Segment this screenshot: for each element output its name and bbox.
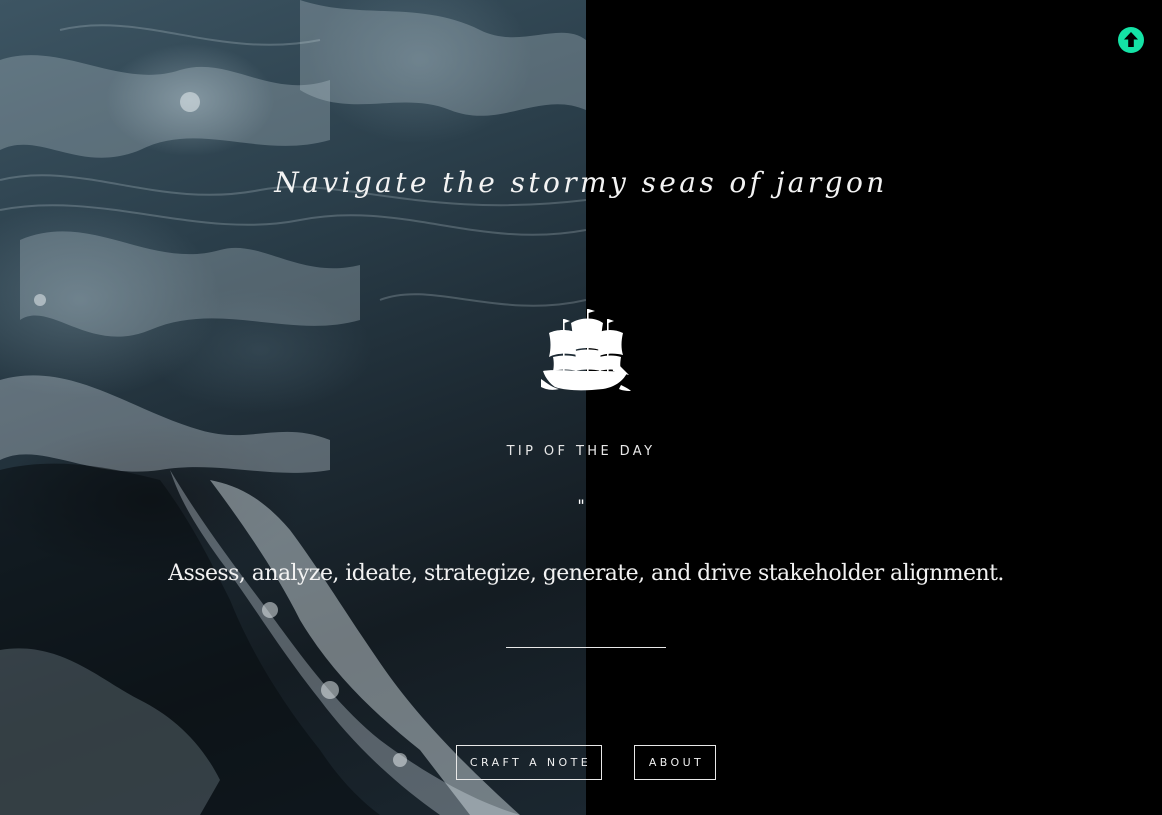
divider — [506, 647, 666, 648]
ship-icon — [541, 305, 631, 393]
tip-of-the-day-heading: TIP OF THE DAY — [506, 444, 656, 459]
wave-texture — [0, 0, 586, 815]
page: Navigate the stormy seas of jargon TIP O… — [0, 0, 1162, 815]
hero-headline: Navigate the stormy seas of jargon — [274, 166, 888, 199]
craft-a-note-button[interactable]: CRAFT A NOTE — [456, 745, 602, 780]
ocean-background-image — [0, 0, 586, 815]
scroll-to-top-button[interactable] — [1118, 27, 1144, 53]
tip-text: Assess, analyze, ideate, strategize, gen… — [168, 561, 1004, 586]
about-button[interactable]: ABOUT — [634, 745, 716, 780]
quote-mark: " — [577, 496, 585, 515]
arrow-up-icon — [1124, 32, 1138, 47]
dark-panel — [586, 0, 1162, 815]
